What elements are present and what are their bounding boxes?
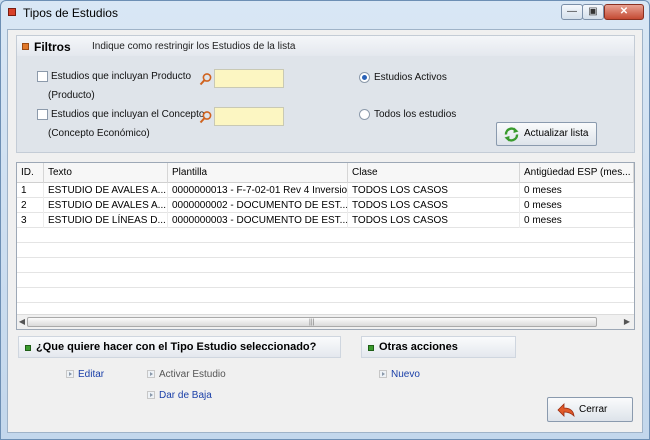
actualizar-lista-button[interactable]: Actualizar lista [496,122,597,146]
filters-panel: Filtros Indique como restringir los Estu… [16,35,635,153]
empty-row [17,288,634,303]
refresh-icon [504,127,519,142]
empty-row [17,273,634,288]
estudios-grid[interactable]: ID. Texto Plantilla Clase Antigüedad ESP… [16,162,635,330]
grip-icon: ||| [309,319,315,326]
otras-acciones-header: Otras acciones [361,336,516,358]
title-bar[interactable]: Tipos de Estudios — ▣ ✕ [1,1,649,25]
filters-bullet-icon [22,43,29,50]
radio-todos-estudios-label: Todos los estudios [374,109,457,120]
table-row[interactable]: 3 ESTUDIO DE LÍNEAS D... 0000000003 - DO… [17,213,634,228]
selected-actions-bullet-icon [25,345,31,351]
editar-link[interactable]: Editar [66,369,104,380]
table-row[interactable]: 2 ESTUDIO DE AVALES A... 0000000002 - DO… [17,198,634,213]
col-header-texto[interactable]: Texto [44,163,168,183]
close-window-button[interactable]: ✕ [604,4,644,20]
cell-clase: TODOS LOS CASOS [348,198,520,213]
empty-row [17,258,634,273]
cell-id: 1 [17,183,44,198]
concepto-label: Estudios que incluyan el Concepto [51,109,205,120]
producto-checkbox[interactable] [37,71,48,82]
window: Tipos de Estudios — ▣ ✕ Filtros Indique … [0,0,650,440]
horizontal-scrollbar[interactable]: ◀ ||| ▶ [17,314,634,329]
cerrar-label: Cerrar [579,404,608,415]
grid-header: ID. Texto Plantilla Clase Antigüedad ESP… [17,163,634,183]
concepto-sublabel: (Concepto Económico) [48,128,150,139]
table-row[interactable]: 1 ESTUDIO DE AVALES A... 0000000013 - F-… [17,183,634,198]
minimize-button[interactable]: — [561,4,583,20]
filters-title: Filtros [34,40,71,54]
dar-de-baja-label: Dar de Baja [159,390,212,401]
cell-plantilla: 0000000002 - DOCUMENTO DE EST... [168,198,348,213]
arrow-icon [379,370,387,378]
radio-estudios-activos[interactable] [359,72,370,83]
cell-id: 2 [17,198,44,213]
selected-actions-header: ¿Que quiere hacer con el Tipo Estudio se… [18,336,341,358]
otras-acciones-title: Otras acciones [379,341,458,353]
col-header-id[interactable]: ID. [17,163,44,183]
cell-antiguedad: 0 meses [520,183,634,198]
concepto-search-icon[interactable] [199,110,213,124]
cell-antiguedad: 0 meses [520,198,634,213]
scroll-right-icon[interactable]: ▶ [622,317,632,327]
activar-estudio-label: Activar Estudio [159,369,226,380]
scroll-thumb[interactable]: ||| [27,317,597,327]
col-header-antiguedad[interactable]: Antigüedad ESP (mes... [520,163,634,183]
producto-sublabel: (Producto) [48,90,95,101]
arrow-icon [66,370,74,378]
concepto-checkbox[interactable] [37,109,48,120]
cell-clase: TODOS LOS CASOS [348,213,520,228]
producto-input[interactable] [214,69,284,88]
selected-actions-title: ¿Que quiere hacer con el Tipo Estudio se… [36,341,317,353]
filters-header: Filtros Indique como restringir los Estu… [17,36,634,56]
radio-estudios-activos-label: Estudios Activos [374,72,447,83]
cell-texto: ESTUDIO DE LÍNEAS D... [44,213,168,228]
window-title: Tipos de Estudios [23,6,118,20]
app-icon [8,8,16,16]
radio-todos-estudios[interactable] [359,109,370,120]
otras-acciones-bullet-icon [368,345,374,351]
cell-texto: ESTUDIO DE AVALES A... [44,198,168,213]
empty-row [17,228,634,243]
arrow-icon [147,391,155,399]
maximize-button[interactable]: ▣ [582,4,604,20]
cell-plantilla: 0000000013 - F-7-02-01 Rev 4 Inversio... [168,183,348,198]
cell-plantilla: 0000000003 - DOCUMENTO DE EST... [168,213,348,228]
arrow-icon [147,370,155,378]
cell-clase: TODOS LOS CASOS [348,183,520,198]
filters-hint: Indique como restringir los Estudios de … [92,41,296,52]
editar-label: Editar [78,369,105,380]
scroll-left-icon[interactable]: ◀ [17,317,27,327]
col-header-clase[interactable]: Clase [348,163,520,183]
cell-id: 3 [17,213,44,228]
cell-antiguedad: 0 meses [520,213,634,228]
empty-row [17,243,634,258]
exit-icon [557,403,575,418]
client-area: Filtros Indique como restringir los Estu… [7,29,643,433]
col-header-plantilla[interactable]: Plantilla [168,163,348,183]
dar-de-baja-link[interactable]: Dar de Baja [147,390,212,401]
producto-search-icon[interactable] [199,72,213,86]
cell-texto: ESTUDIO DE AVALES A... [44,183,168,198]
producto-label: Estudios que incluyan Producto [51,71,192,82]
concepto-input[interactable] [214,107,284,126]
nuevo-label: Nuevo [391,369,420,380]
activar-estudio-link[interactable]: Activar Estudio [147,369,226,380]
actualizar-lista-label: Actualizar lista [524,128,589,139]
nuevo-link[interactable]: Nuevo [379,369,420,380]
cerrar-button[interactable]: Cerrar [547,397,633,422]
